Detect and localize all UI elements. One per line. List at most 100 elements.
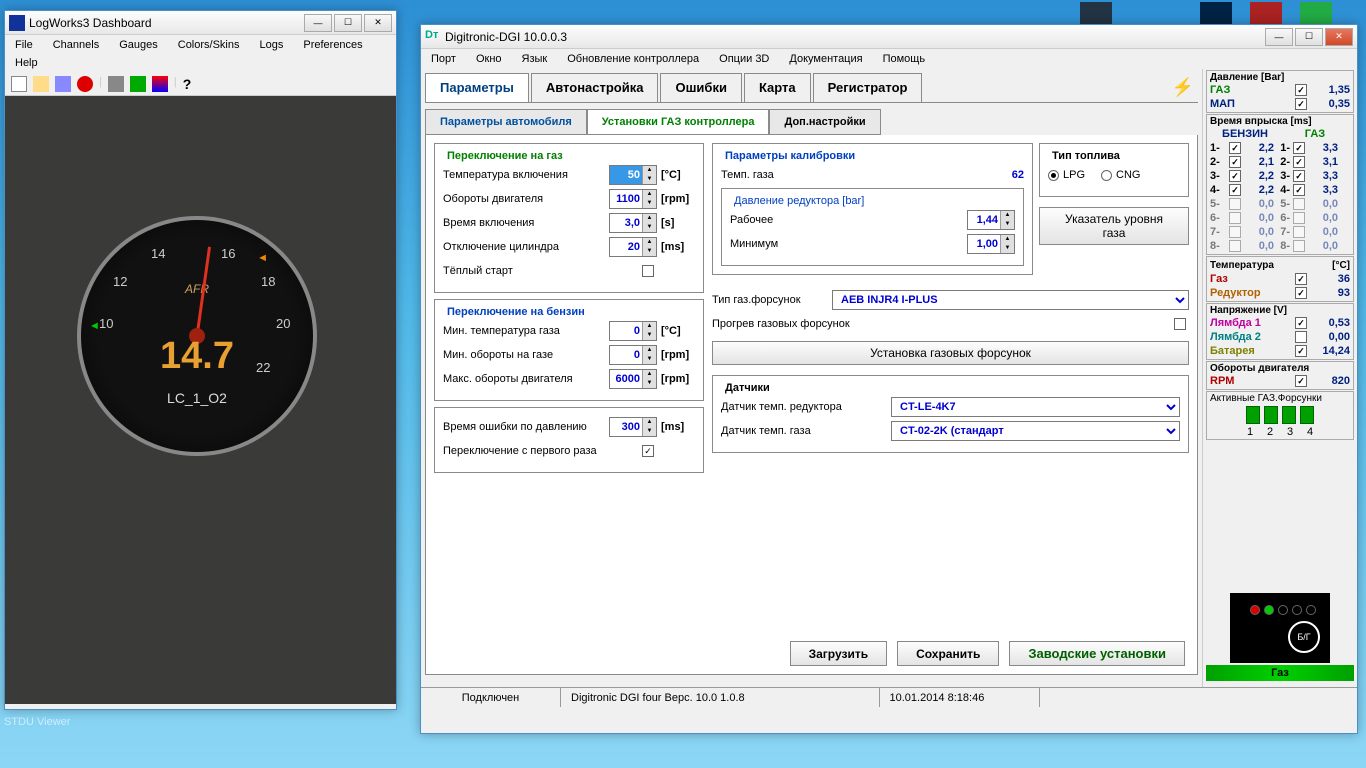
logworks-icon xyxy=(9,15,25,31)
close-button[interactable]: ✕ xyxy=(364,14,392,32)
setup-inj-button[interactable]: Установка газовых форсунок xyxy=(712,341,1189,365)
gauge-icon[interactable] xyxy=(130,76,146,92)
digitronic-titlebar[interactable]: Dт Digitronic-DGI 10.0.0.3 — ☐ ✕ xyxy=(421,25,1357,49)
sensors-legend: Датчики xyxy=(721,382,774,394)
injector-indicator xyxy=(1264,406,1278,424)
logworks-window: LogWorks3 Dashboard — ☐ ✕ File Channels … xyxy=(4,10,397,710)
menu-file[interactable]: File xyxy=(11,37,37,53)
err-time-label: Время ошибки по давлению xyxy=(443,421,609,433)
menu-3d[interactable]: Опции 3D xyxy=(715,51,773,67)
menu-gauges[interactable]: Gauges xyxy=(115,37,162,53)
red-sensor-select[interactable]: CT-LE-4K7 xyxy=(891,397,1180,417)
gauge-value: 14.7 xyxy=(81,335,313,378)
level-indicator-button[interactable]: Указатель уровня газа xyxy=(1039,207,1189,245)
calib-legend: Параметры калибровки xyxy=(721,150,859,162)
logworks-title: LogWorks3 Dashboard xyxy=(29,16,304,30)
tab-params[interactable]: Параметры xyxy=(425,73,529,102)
cng-radio[interactable] xyxy=(1101,170,1112,181)
menu-channels[interactable]: Channels xyxy=(49,37,103,53)
open-icon[interactable] xyxy=(33,76,49,92)
logworks-toolbar: | | ? xyxy=(5,73,396,96)
menu-lang[interactable]: Язык xyxy=(518,51,552,67)
min-rpm-label: Мин. обороты на газе xyxy=(443,349,609,361)
main-tabs: Параметры Автонастройка Ошибки Карта Рег… xyxy=(425,73,1198,103)
logworks-titlebar[interactable]: LogWorks3 Dashboard — ☐ ✕ xyxy=(5,11,396,35)
bg-button[interactable]: Б/Г xyxy=(1288,621,1320,653)
tab-autotune[interactable]: Автонастройка xyxy=(531,73,659,102)
tab-errors[interactable]: Ошибки xyxy=(660,73,741,102)
subtab-vehicle[interactable]: Параметры автомобиля xyxy=(425,109,587,135)
save-button[interactable]: Сохранить xyxy=(897,641,999,666)
time-on-input[interactable]: ▲▼ xyxy=(609,213,657,233)
min-press-input[interactable]: ▲▼ xyxy=(967,234,1015,254)
maximize-button[interactable]: ☐ xyxy=(1295,28,1323,46)
subtab-gas[interactable]: Установки ГАЗ контроллера xyxy=(587,109,770,135)
logworks-menubar: File Channels Gauges Colors/Skins Logs P… xyxy=(5,35,396,55)
lpg-radio[interactable] xyxy=(1048,170,1059,181)
menu-help[interactable]: Помощь xyxy=(879,51,930,67)
sub-tabs: Параметры автомобиля Установки ГАЗ контр… xyxy=(425,109,1198,135)
minimize-button[interactable]: — xyxy=(1265,28,1293,46)
close-button[interactable]: ✕ xyxy=(1325,28,1353,46)
subtab-extra[interactable]: Доп.настройки xyxy=(769,109,880,135)
menu-port[interactable]: Порт xyxy=(427,51,460,67)
first-switch-label: Переключение с первого раза xyxy=(443,445,639,457)
menu-prefs[interactable]: Preferences xyxy=(299,37,366,53)
gas-sensor-label: Датчик темп. газа xyxy=(721,425,891,437)
orange-marker-icon: ◄ xyxy=(257,252,268,264)
max-rpm-label: Макс. обороты двигателя xyxy=(443,373,609,385)
stdu-label: STDU Viewer xyxy=(4,716,70,728)
menu-docs[interactable]: Документация xyxy=(785,51,866,67)
min-rpm-input[interactable]: ▲▼ xyxy=(609,345,657,365)
cyl-off-input[interactable]: ▲▼ xyxy=(609,237,657,257)
rpm-input[interactable]: ▲▼ xyxy=(609,189,657,209)
first-switch-checkbox[interactable]: ✓ xyxy=(642,445,654,457)
temp-on-input[interactable]: ▲▼ xyxy=(609,165,657,185)
temp-on-label: Температура включения xyxy=(443,169,609,181)
rpm-label: Обороты двигателя xyxy=(443,193,609,205)
colors-icon[interactable] xyxy=(152,76,168,92)
digitronic-title: Digitronic-DGI 10.0.0.3 xyxy=(445,30,1265,44)
time-on-label: Время включения xyxy=(443,217,609,229)
gauge-name: LC_1_O2 xyxy=(81,390,313,406)
save-icon[interactable] xyxy=(55,76,71,92)
work-press-input[interactable]: ▲▼ xyxy=(967,210,1015,230)
factory-button[interactable]: Заводские установки xyxy=(1009,641,1185,666)
menu-logs[interactable]: Logs xyxy=(256,37,288,53)
menu-window[interactable]: Окно xyxy=(472,51,506,67)
maximize-button[interactable]: ☐ xyxy=(334,14,362,32)
menu-help[interactable]: Help xyxy=(11,55,42,71)
min-temp-input[interactable]: ▲▼ xyxy=(609,321,657,341)
minimize-button[interactable]: — xyxy=(304,14,332,32)
tick: 16 xyxy=(221,246,235,261)
gas-mode-status: Газ xyxy=(1206,665,1354,681)
err-time-input[interactable]: ▲▼ xyxy=(609,417,657,437)
record-icon[interactable] xyxy=(77,76,93,92)
help-icon[interactable]: ? xyxy=(183,76,199,92)
new-icon[interactable] xyxy=(11,76,27,92)
inj-type-label: Тип газ.форсунок xyxy=(712,294,832,306)
min-press-label: Минимум xyxy=(730,238,967,250)
gas-temp-value: 62 xyxy=(984,169,1024,181)
warm-inj-checkbox[interactable] xyxy=(1174,318,1186,330)
green-marker-icon: ◄ xyxy=(89,320,100,332)
tick: 14 xyxy=(151,246,165,261)
menu-update[interactable]: Обновление контроллера xyxy=(563,51,703,67)
menu-colors[interactable]: Colors/Skins xyxy=(174,37,244,53)
inj-type-select[interactable]: AEB INJR4 I-PLUS xyxy=(832,290,1189,310)
fuel-legend: Тип топлива xyxy=(1048,150,1124,162)
tab-recorder[interactable]: Регистратор xyxy=(813,73,923,102)
load-button[interactable]: Загрузить xyxy=(790,641,887,666)
digitronic-window: Dт Digitronic-DGI 10.0.0.3 — ☐ ✕ Порт Ок… xyxy=(420,24,1358,734)
gauge-label: AFR xyxy=(81,282,313,296)
warm-start-checkbox[interactable] xyxy=(642,265,654,277)
injector-indicator xyxy=(1246,406,1260,424)
gas-sensor-select[interactable]: CT-02-2K (стандарт xyxy=(891,421,1180,441)
injector-indicator xyxy=(1282,406,1296,424)
max-rpm-input[interactable]: ▲▼ xyxy=(609,369,657,389)
status-date: 10.01.2014 8:18:46 xyxy=(880,688,1040,707)
wrench-icon[interactable] xyxy=(108,76,124,92)
warm-inj-label: Прогрев газовых форсунок xyxy=(712,318,1171,330)
tab-map[interactable]: Карта xyxy=(744,73,811,102)
afr-gauge[interactable]: 10 12 14 16 18 20 22 ◄ ◄ AFR 14.7 LC_1_O… xyxy=(77,216,317,456)
